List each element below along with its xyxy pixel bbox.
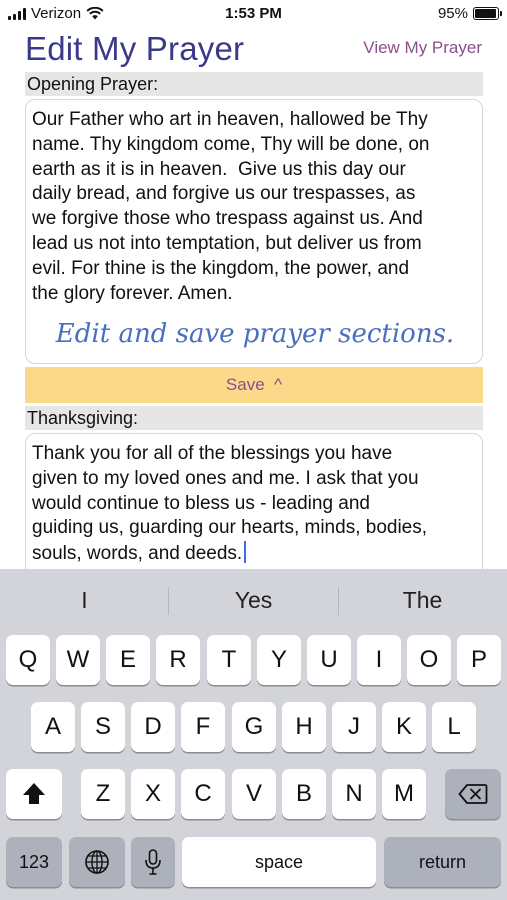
key-p[interactable]: P <box>457 635 501 685</box>
key-d[interactable]: D <box>131 702 175 752</box>
key-r[interactable]: R <box>156 635 200 685</box>
suggestion-2[interactable]: Yes <box>169 569 338 631</box>
key-w[interactable]: W <box>56 635 100 685</box>
shift-key[interactable] <box>6 769 62 819</box>
key-n[interactable]: N <box>332 769 376 819</box>
key-m[interactable]: M <box>382 769 426 819</box>
text-line: given to my loved ones and me. I ask tha… <box>32 467 419 489</box>
globe-icon <box>85 850 109 874</box>
text-line: earth as it is in heaven. Give us this d… <box>32 158 406 180</box>
suggestion-bar: I Yes The <box>0 569 507 631</box>
edit-hint: Edit and save prayer sections. <box>55 319 455 349</box>
key-e[interactable]: E <box>106 635 150 685</box>
page-title: Edit My Prayer <box>25 30 245 67</box>
microphone-key[interactable] <box>131 837 175 887</box>
key-o[interactable]: O <box>407 635 451 685</box>
suggestion-3[interactable]: The <box>338 569 507 631</box>
numbers-key[interactable]: 123 <box>6 837 62 887</box>
text-line: guiding us, guarding our hearts, minds, … <box>32 517 428 539</box>
key-a[interactable]: A <box>31 702 75 752</box>
microphone-icon <box>145 849 161 875</box>
text-line: Thank you for all of the blessings you h… <box>32 443 393 464</box>
delete-icon <box>458 784 488 804</box>
text-line: evil. For thine is the kingdom, the powe… <box>32 257 410 279</box>
text-line: we forgive those who trespass against us… <box>32 208 423 230</box>
key-b[interactable]: B <box>282 769 326 819</box>
return-key[interactable]: return <box>384 837 501 887</box>
key-x[interactable]: X <box>131 769 175 819</box>
save-button[interactable]: Save ^ <box>25 367 483 403</box>
key-q[interactable]: Q <box>6 635 50 685</box>
space-key[interactable]: space <box>182 837 376 887</box>
text-line: name. Thy kingdom come, Thy will be done… <box>32 133 430 155</box>
key-f[interactable]: F <box>181 702 225 752</box>
battery-percent: 95% <box>437 5 468 22</box>
key-c[interactable]: C <box>181 769 225 819</box>
text-line: lead us not into temptation, but deliver… <box>32 232 422 254</box>
text-line-last: souls, words, and deeds. <box>32 541 476 567</box>
globe-key[interactable] <box>69 837 125 887</box>
key-k[interactable]: K <box>382 702 426 752</box>
header: Edit My Prayer View My Prayer <box>0 28 507 70</box>
key-j[interactable]: J <box>332 702 376 752</box>
keyboard: I Yes The Q W E R T Y U I O P A S D F G … <box>0 569 507 900</box>
thanksgiving-textarea[interactable]: Thank you for all of the blessings you h… <box>25 433 483 583</box>
key-g[interactable]: G <box>232 702 276 752</box>
section-label-thanksgiving: Thanksgiving: <box>25 406 483 430</box>
opening-prayer-text: Our Father who art in heaven, hallowed b… <box>32 108 476 306</box>
status-bar: Verizon 1:53 PM 95% <box>0 0 507 28</box>
text-line: would continue to bless us - leading and <box>32 492 371 514</box>
key-z[interactable]: Z <box>81 769 125 819</box>
key-y[interactable]: Y <box>257 635 301 685</box>
text-line: souls, words, and deeds. <box>32 543 243 565</box>
suggestion-1[interactable]: I <box>0 569 169 631</box>
key-h[interactable]: H <box>282 702 326 752</box>
shift-icon <box>23 783 45 804</box>
view-my-prayer-link[interactable]: View My Prayer <box>363 38 482 58</box>
key-i[interactable]: I <box>357 635 401 685</box>
key-t[interactable]: T <box>207 635 251 685</box>
opening-prayer-textarea[interactable]: Our Father who art in heaven, hallowed b… <box>25 99 483 364</box>
delete-key[interactable] <box>445 769 501 819</box>
key-v[interactable]: V <box>232 769 276 819</box>
text-line: Our Father who art in heaven, hallowed b… <box>32 109 428 130</box>
section-label-opening: Opening Prayer: <box>25 72 483 96</box>
key-l[interactable]: L <box>432 702 476 752</box>
text-cursor <box>244 541 247 564</box>
status-time: 1:53 PM <box>225 5 282 22</box>
key-s[interactable]: S <box>81 702 125 752</box>
text-line: the glory forever. Amen. <box>32 282 233 304</box>
text-line: daily bread, and forgive us our trespass… <box>32 183 416 205</box>
key-u[interactable]: U <box>307 635 351 685</box>
battery-icon <box>473 7 502 20</box>
